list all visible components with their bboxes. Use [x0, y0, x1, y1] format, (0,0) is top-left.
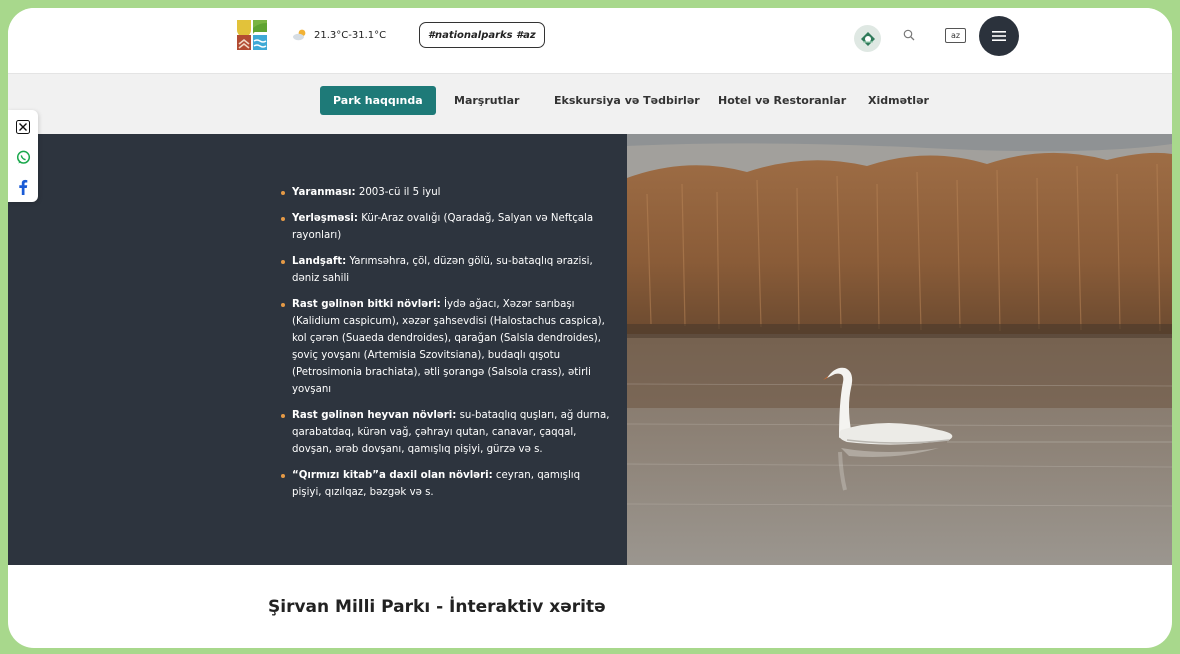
- park-logo[interactable]: [235, 18, 269, 52]
- partly-cloudy-icon: [292, 26, 308, 45]
- share-bar: [8, 110, 38, 202]
- facebook-icon[interactable]: [15, 179, 31, 195]
- x-icon[interactable]: [15, 119, 31, 135]
- main-nav: Park haqqında Marşrutlar Ekskursiya və T…: [8, 74, 1172, 134]
- search-icon[interactable]: [901, 27, 917, 43]
- nav-item-hotels-restaurants[interactable]: Hotel və Restoranlar: [718, 86, 846, 115]
- fact-animal-species: Rast gəlinən heyvan növləri: su-bataqlıq…: [281, 407, 611, 458]
- nav-item-about-park[interactable]: Park haqqında: [320, 86, 436, 115]
- hashtag-badge[interactable]: #nationalparks #az: [419, 22, 545, 48]
- nav-item-routes[interactable]: Marşrutlar: [454, 86, 519, 115]
- swan-lake-photo: [627, 134, 1172, 565]
- park-info-panel: Yaranması: 2003-cü il 5 iyul Yerləşməsi:…: [8, 134, 627, 565]
- whatsapp-icon[interactable]: [15, 149, 31, 165]
- language-switch[interactable]: az: [945, 28, 966, 43]
- nav-item-excursions-events[interactable]: Ekskursiya və Tədbirlər: [554, 86, 700, 115]
- interactive-map-heading: Şirvan Milli Parkı - İnteraktiv xəritə: [268, 597, 606, 617]
- browser-frame: 21.3°C-31.1°C #nationalparks #az az Park…: [8, 8, 1172, 648]
- hamburger-icon: [992, 31, 1006, 41]
- weather-temperature: 21.3°C-31.1°C: [314, 30, 387, 41]
- hamburger-menu-button[interactable]: [979, 16, 1019, 56]
- weather-widget: 21.3°C-31.1°C: [292, 26, 386, 45]
- fact-established: Yaranması: 2003-cü il 5 iyul: [281, 184, 611, 201]
- site-header: 21.3°C-31.1°C #nationalparks #az az: [8, 8, 1172, 74]
- park-facts-list: Yaranması: 2003-cü il 5 iyul Yerləşməsi:…: [281, 184, 611, 510]
- fact-landscape: Landşaft: Yarımsəhra, çöl, düzən gölü, s…: [281, 253, 611, 287]
- fact-plant-species: Rast gəlinən bitki növləri: İydə ağacı, …: [281, 296, 611, 398]
- fact-location: Yerləşməsi: Kür-Araz ovalığı (Qaradağ, S…: [281, 210, 611, 244]
- fact-red-book-species: “Qırmızı kitab”a daxil olan növləri: cey…: [281, 467, 611, 501]
- nav-item-services[interactable]: Xidmətlər: [868, 86, 929, 115]
- eco-badge-icon[interactable]: [854, 25, 881, 52]
